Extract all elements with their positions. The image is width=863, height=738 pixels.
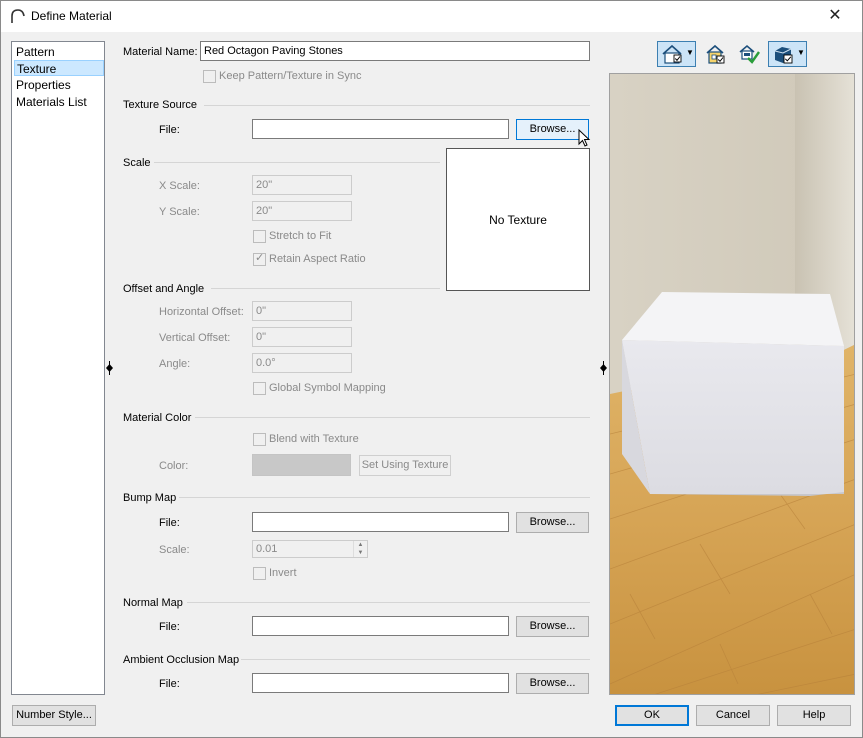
color-swatch[interactable] <box>252 454 351 476</box>
section-divider <box>187 602 590 603</box>
nav-item-materials-list[interactable]: Materials List <box>14 94 104 110</box>
category-list: Pattern Texture Properties Materials Lis… <box>11 41 105 695</box>
normal-file-label: File: <box>159 621 180 633</box>
room-view-icon <box>706 44 725 64</box>
material-check-button[interactable] <box>736 41 762 67</box>
angle-label: Angle: <box>159 358 191 370</box>
ao-browse-button[interactable]: Browse... <box>516 673 589 694</box>
bump-browse-button[interactable]: Browse... <box>516 512 589 533</box>
bump-scale-label: Scale: <box>159 544 190 556</box>
app-arch-icon <box>11 9 25 23</box>
normal-map-section: Normal Map <box>123 597 183 609</box>
normal-file-input[interactable] <box>252 616 509 636</box>
invert-checkbox[interactable] <box>253 567 266 580</box>
box-view-dropdown[interactable]: ▼ <box>768 41 807 67</box>
bump-file-input[interactable] <box>252 512 509 532</box>
vertical-offset-input[interactable]: 0" <box>252 327 352 347</box>
texture-preview: No Texture <box>446 148 590 291</box>
material-check-icon <box>739 44 760 64</box>
vertical-offset-label: Vertical Offset: <box>159 332 231 344</box>
section-divider <box>154 162 440 163</box>
texture-source-section: Texture Source <box>123 99 197 111</box>
ok-button[interactable]: OK <box>615 705 689 726</box>
ao-file-label: File: <box>159 678 180 690</box>
house-view-icon <box>662 44 682 64</box>
dropdown-arrow-icon: ▼ <box>797 48 805 57</box>
y-scale-input[interactable]: 20" <box>252 201 352 221</box>
section-divider <box>179 497 590 498</box>
nav-item-properties[interactable]: Properties <box>14 77 104 93</box>
bump-scale-input[interactable]: 0.01 ▲ ▼ <box>252 540 368 558</box>
blend-with-texture-label: Blend with Texture <box>269 433 359 445</box>
retain-aspect-label: Retain Aspect Ratio <box>269 253 366 265</box>
bump-map-section: Bump Map <box>123 492 177 504</box>
material-color-section: Material Color <box>123 412 192 424</box>
define-material-dialog: Define Material ✕ Pattern Texture Proper… <box>0 0 863 738</box>
box-view-icon <box>774 47 793 64</box>
room-view-button[interactable] <box>702 41 728 67</box>
camera-view-dropdown[interactable]: ▼ <box>657 41 696 67</box>
title-bar: Define Material ✕ <box>1 1 862 32</box>
global-symbol-mapping-label: Global Symbol Mapping <box>269 382 386 394</box>
blend-with-texture-checkbox[interactable] <box>253 433 266 446</box>
x-scale-label: X Scale: <box>159 180 200 192</box>
global-symbol-mapping-checkbox[interactable] <box>253 382 266 395</box>
angle-input[interactable]: 0.0° <box>252 353 352 373</box>
nav-item-texture[interactable]: Texture <box>14 60 104 76</box>
window-title: Define Material <box>31 9 112 23</box>
dropdown-arrow-icon: ▼ <box>686 48 694 57</box>
material-name-input[interactable]: Red Octagon Paving Stones <box>200 41 590 61</box>
ao-file-input[interactable] <box>252 673 509 693</box>
x-scale-input[interactable]: 20" <box>252 175 352 195</box>
bump-scale-value: 0.01 <box>256 543 278 555</box>
horizontal-offset-label: Horizontal Offset: <box>159 306 244 318</box>
material-3d-preview <box>609 73 855 695</box>
right-splitter-handle-icon[interactable] <box>600 361 607 375</box>
material-name-label: Material Name: <box>123 46 198 58</box>
section-divider <box>195 417 590 418</box>
no-texture-text: No Texture <box>489 213 547 227</box>
bump-file-label: File: <box>159 517 180 529</box>
invert-label: Invert <box>269 567 297 579</box>
texture-file-label: File: <box>159 124 180 136</box>
nav-item-pattern[interactable]: Pattern <box>14 44 104 60</box>
checkmark-icon: ✓ <box>255 252 265 264</box>
keep-sync-checkbox[interactable] <box>203 70 216 83</box>
offset-angle-section: Offset and Angle <box>123 283 205 295</box>
texture-file-input[interactable] <box>252 119 509 139</box>
horizontal-offset-input[interactable]: 0" <box>252 301 352 321</box>
help-button[interactable]: Help <box>777 705 851 726</box>
stretch-to-fit-label: Stretch to Fit <box>269 230 332 242</box>
set-using-texture-button[interactable]: Set Using Texture <box>359 455 451 476</box>
section-divider <box>211 288 440 289</box>
ao-map-section: Ambient Occlusion Map <box>123 654 240 666</box>
spinner-arrows-icon[interactable]: ▲ ▼ <box>353 541 367 557</box>
close-button[interactable]: ✕ <box>823 5 847 27</box>
left-splitter-handle-icon[interactable] <box>106 361 113 375</box>
preview-scene-illustration <box>610 74 854 694</box>
color-label: Color: <box>159 460 189 472</box>
stretch-to-fit-checkbox[interactable] <box>253 230 266 243</box>
retain-aspect-checkbox[interactable]: ✓ <box>253 252 266 266</box>
section-divider <box>241 659 590 660</box>
normal-browse-button[interactable]: Browse... <box>516 616 589 637</box>
keep-sync-label: Keep Pattern/Texture in Sync <box>219 70 362 82</box>
cancel-button[interactable]: Cancel <box>696 705 770 726</box>
scale-section: Scale <box>123 157 151 169</box>
mouse-cursor-icon <box>578 129 591 147</box>
section-divider <box>204 105 590 106</box>
number-style-button[interactable]: Number Style... <box>12 705 96 726</box>
y-scale-label: Y Scale: <box>159 206 200 218</box>
